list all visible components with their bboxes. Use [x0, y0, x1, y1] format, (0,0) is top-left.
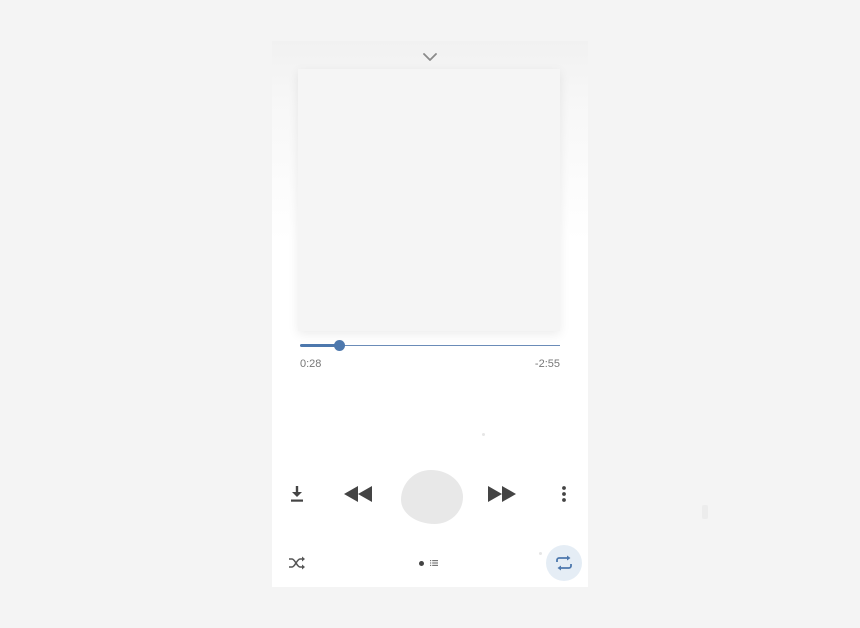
collapse-button[interactable] [420, 49, 440, 65]
rewind-icon [344, 486, 372, 502]
rewind-button[interactable] [342, 483, 374, 505]
fast-forward-button[interactable] [486, 483, 518, 505]
fast-forward-icon [488, 486, 516, 502]
screen: 0:28 -2:55 [0, 0, 860, 628]
download-button[interactable] [286, 483, 308, 505]
progress-thumb[interactable] [334, 340, 345, 351]
more-vertical-icon [562, 486, 566, 502]
pager-dot[interactable] [419, 560, 424, 566]
playback-controls [272, 469, 588, 525]
repeat-button[interactable] [546, 545, 582, 581]
bottom-bar [272, 545, 588, 581]
album-artwork [298, 69, 560, 331]
play-pause-button[interactable] [400, 469, 464, 525]
shuffle-icon [289, 556, 305, 570]
play-pause-icon [401, 470, 463, 524]
progress-slider[interactable] [300, 340, 560, 352]
shuffle-button[interactable] [286, 553, 308, 573]
queue-list-icon[interactable] [430, 560, 438, 566]
music-player: 0:28 -2:55 [272, 41, 588, 587]
stray-mark [702, 505, 708, 519]
decorative-speck [482, 433, 485, 436]
download-icon [291, 486, 303, 502]
chevron-down-icon [423, 52, 437, 61]
elapsed-time: 0:28 [300, 358, 322, 370]
remaining-time: -2:55 [534, 358, 560, 370]
repeat-icon [556, 555, 572, 571]
more-options-button[interactable] [554, 483, 574, 505]
page-indicator [419, 559, 438, 567]
